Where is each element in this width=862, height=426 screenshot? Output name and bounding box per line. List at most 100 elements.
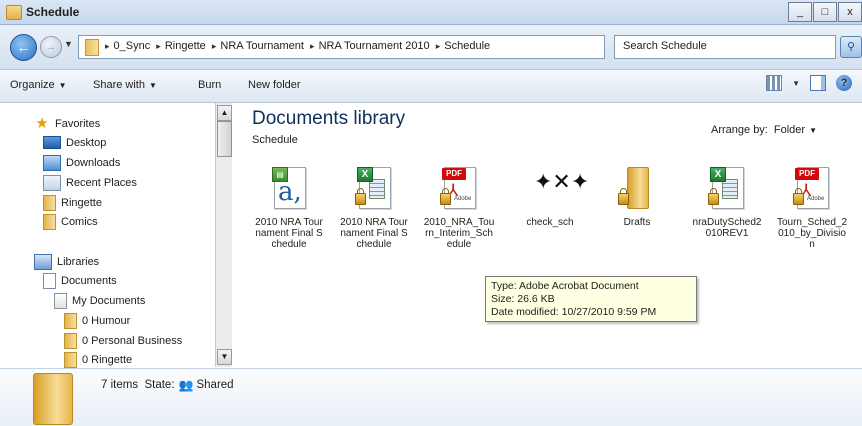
nav-label: Downloads — [66, 157, 121, 169]
file-name: 2010 NRA Tournament Final Schedule — [255, 217, 323, 250]
folder-icon — [618, 165, 656, 211]
change-view-icon[interactable] — [766, 75, 783, 91]
maximize-button[interactable]: □ — [813, 2, 837, 22]
documents-icon — [43, 273, 56, 289]
nav-item-humour[interactable]: 0 Humour — [64, 313, 130, 329]
tooltip-modified: Date modified: 10/27/2010 9:59 PM — [491, 306, 657, 318]
file-item[interactable]: PDF ⅄ Adobe Tourn_Sched_2010_by_Division — [776, 165, 848, 250]
folder-icon — [64, 352, 77, 368]
breadcrumb-item[interactable]: NRA Tournament — [220, 40, 304, 52]
folder-icon — [43, 214, 56, 230]
nav-label: 0 Humour — [82, 315, 131, 327]
nav-item-libraries[interactable]: Libraries — [34, 254, 99, 270]
breadcrumb-item[interactable]: Schedule — [444, 40, 490, 52]
nav-item-ringette[interactable]: Ringette — [43, 195, 102, 211]
file-item[interactable]: Drafts — [601, 165, 673, 228]
lock-icon — [355, 188, 366, 205]
share-with-label: Share with — [93, 79, 145, 91]
recent-pages-dropdown[interactable]: ▼ — [64, 39, 73, 49]
star-icon: ★ — [35, 115, 49, 132]
chevron-down-icon[interactable]: ▼ — [792, 79, 800, 88]
share-with-button[interactable]: Share with ▼ — [93, 79, 157, 91]
nav-item-comics[interactable]: Comics — [43, 214, 98, 230]
chevron-right-icon: ▸ — [435, 41, 441, 51]
chevron-down-icon[interactable]: ▼ — [809, 126, 817, 135]
file-name: nraDutySched2010REV1 — [692, 217, 762, 239]
folder-icon — [64, 333, 77, 349]
nav-item-desktop[interactable]: Desktop — [43, 136, 106, 149]
forward-button[interactable]: → — [40, 36, 62, 58]
file-name: Tourn_Sched_2010_by_Division — [776, 217, 848, 250]
chevron-down-icon: ▼ — [58, 81, 67, 90]
search-icon[interactable]: ⚲ — [840, 36, 862, 58]
breadcrumb-item[interactable]: Ringette — [165, 40, 206, 52]
pdf-icon: PDF ⅄ Adobe — [440, 165, 478, 211]
nav-item-ringette-folder[interactable]: 0 Ringette — [64, 352, 132, 368]
my-documents-icon — [54, 293, 67, 309]
help-icon[interactable]: ? — [836, 75, 852, 91]
tooltip-type: Type: Adobe Acrobat Document — [491, 280, 639, 292]
scribble-icon: ✦✕✦ — [534, 169, 590, 194]
chevron-right-icon: ▸ — [105, 41, 110, 51]
file-item[interactable]: X 2010 NRA Tournament Final Schedule — [338, 165, 410, 250]
file-name: Drafts — [623, 217, 651, 228]
file-item[interactable]: X nraDutySched2010REV1 — [691, 165, 763, 239]
nav-label: Comics — [61, 216, 98, 228]
nav-item-recent-places[interactable]: Recent Places — [43, 175, 137, 191]
new-folder-button[interactable]: New folder — [248, 79, 301, 91]
window-title: Schedule — [26, 5, 80, 19]
preview-pane-icon[interactable] — [810, 75, 826, 91]
details-pane: 7 items State: 👥 Shared — [0, 368, 862, 426]
nav-item-favorites[interactable]: ★ Favorites — [34, 115, 101, 132]
minimize-button[interactable]: _ — [788, 2, 812, 22]
folder-icon — [85, 39, 99, 56]
downloads-icon — [43, 155, 61, 171]
nav-scrollbar[interactable]: ▲ ▼ — [215, 103, 232, 367]
window-controls: _ □ x — [787, 2, 862, 22]
organize-button[interactable]: Organize ▼ — [10, 79, 67, 91]
nav-label: Desktop — [66, 136, 107, 149]
status-text: 7 items State: 👥 Shared — [101, 378, 234, 392]
command-bar: Organize ▼ Share with ▼ Burn New folder ▼ … — [0, 70, 862, 103]
lock-icon — [618, 188, 629, 205]
breadcrumb: ▸ 0_Sync ▸ Ringette ▸ NRA Tournament ▸ NRA T… — [105, 40, 493, 52]
nav-label: 0 Personal Business — [82, 335, 183, 347]
nav-item-downloads[interactable]: Downloads — [43, 155, 120, 171]
excel-icon: X — [708, 165, 746, 211]
file-tooltip: Type: Adobe Acrobat Document Size: 26.6 … — [485, 276, 697, 322]
nav-label: My Documents — [72, 295, 146, 307]
file-item[interactable]: ✦✕✦ check_sch — [514, 165, 590, 228]
file-item[interactable]: ▤ a, 2010 NRA Tournament Final Schedule — [253, 165, 325, 250]
folder-icon — [64, 313, 77, 329]
address-bar[interactable]: ▸ 0_Sync ▸ Ringette ▸ NRA Tournament ▸ NRA T… — [78, 35, 682, 59]
file-name: 2010 NRA Tournament Final Schedule — [340, 217, 408, 250]
nav-item-personal-business[interactable]: 0 Personal Business — [64, 333, 182, 349]
breadcrumb-item[interactable]: NRA Tournament 2010 — [319, 40, 430, 52]
scroll-up-icon[interactable]: ▲ — [217, 105, 232, 121]
arrange-label: Arrange by: — [711, 124, 768, 136]
file-item[interactable]: PDF ⅄ Adobe 2010_NRA_Tourn_Interim_Sched… — [423, 165, 495, 250]
close-button[interactable]: x — [838, 2, 862, 22]
chevron-right-icon: ▸ — [211, 41, 217, 51]
item-count: 7 items — [101, 379, 139, 391]
chevron-down-icon: ▼ — [148, 81, 157, 90]
burn-button[interactable]: Burn — [198, 79, 221, 91]
shared-people-icon: 👥 — [178, 378, 194, 392]
title-bar: Schedule _ □ x — [0, 0, 862, 25]
arrange-dropdown[interactable]: Folder — [774, 124, 805, 136]
back-button[interactable]: ← — [10, 34, 37, 61]
nav-label: Favorites — [55, 118, 101, 130]
breadcrumb-item[interactable]: 0_Sync — [114, 40, 151, 52]
scroll-thumb[interactable] — [217, 121, 232, 157]
library-subtitle: Schedule — [252, 134, 298, 146]
file-name: 2010_NRA_Tourn_Interim_Schedule — [423, 217, 495, 250]
nav-item-documents[interactable]: Documents — [43, 273, 117, 289]
search-input[interactable]: Search Schedule — [614, 35, 836, 59]
state-value: Shared — [196, 379, 234, 391]
nav-item-my-documents[interactable]: My Documents — [54, 293, 145, 309]
scroll-down-icon[interactable]: ▼ — [217, 349, 232, 365]
navigation-pane: ★ Favorites Desktop Downloads Recent Plac… — [0, 103, 215, 368]
lock-icon — [793, 188, 804, 205]
libraries-icon — [34, 254, 52, 270]
tooltip-size: Size: 26.6 KB — [491, 293, 555, 305]
